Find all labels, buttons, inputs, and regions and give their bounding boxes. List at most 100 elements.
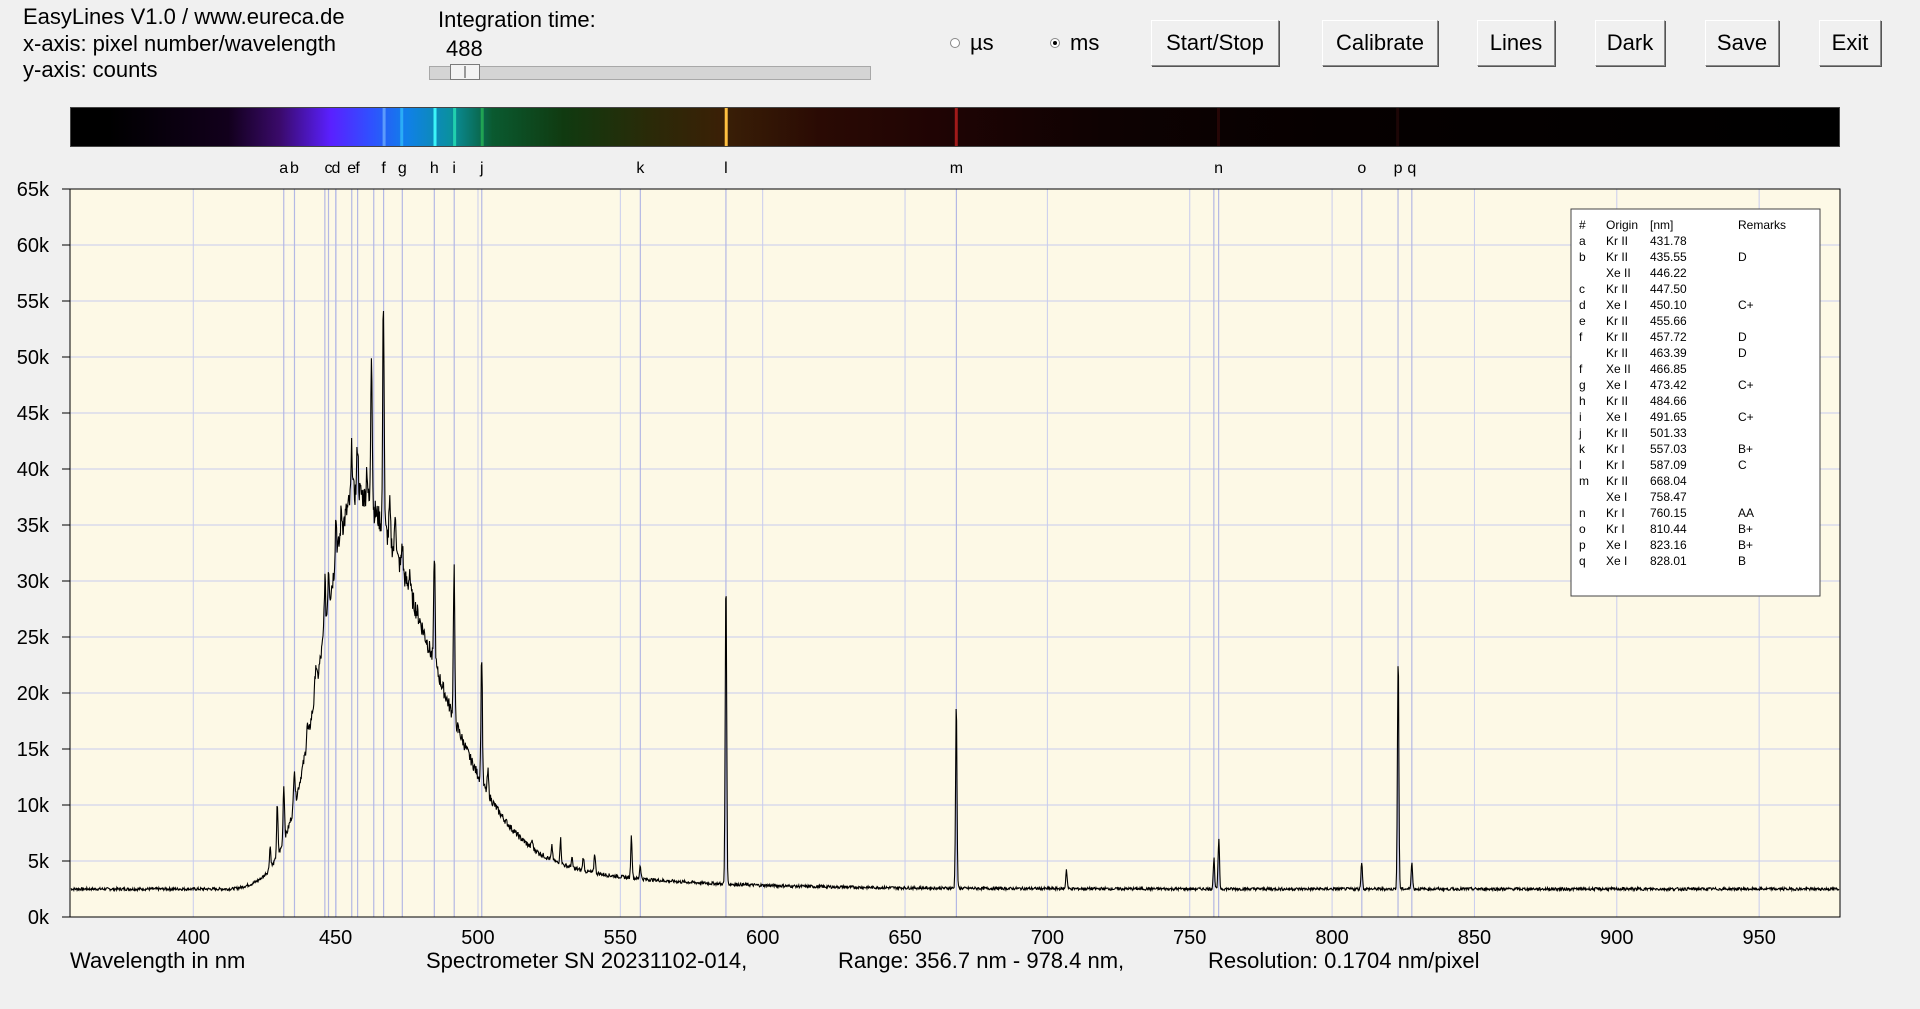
marker-label: a xyxy=(279,160,288,177)
line-table-cell: h xyxy=(1579,394,1586,408)
line-table-cell: Xe I xyxy=(1606,378,1627,392)
marker-label: g xyxy=(398,160,407,177)
exit-button[interactable]: Exit xyxy=(1819,20,1881,66)
line-table-cell: 455.66 xyxy=(1650,314,1687,328)
line-table-cell: Kr II xyxy=(1606,314,1628,328)
line-table-cell: Kr II xyxy=(1606,234,1628,248)
x-tick-label: 750 xyxy=(1173,927,1206,949)
radio-circle-icon[interactable] xyxy=(1050,38,1060,48)
line-table-cell: a xyxy=(1579,234,1586,248)
marker-label: l xyxy=(724,160,728,177)
band-emission-line xyxy=(382,108,386,146)
line-table-cell: q xyxy=(1579,554,1586,568)
line-table-cell: 810.44 xyxy=(1650,522,1687,536)
y-tick-label: 10k xyxy=(17,795,50,817)
marker-label: m xyxy=(950,160,963,177)
x-tick-label: 800 xyxy=(1315,927,1348,949)
line-table-cell: Kr II xyxy=(1606,346,1628,360)
wavelength-range: Range: 356.7 nm - 978.4 nm, xyxy=(838,948,1125,973)
y-tick-label: 5k xyxy=(28,851,50,873)
line-table-cell: 447.50 xyxy=(1650,282,1687,296)
marker-label: k xyxy=(636,160,645,177)
marker-label: f xyxy=(381,160,386,177)
x-tick-label: 900 xyxy=(1600,927,1633,949)
x-axis-info: x-axis: pixel number/wavelength xyxy=(23,30,337,56)
unit-us-radio[interactable]: µs xyxy=(950,30,994,56)
line-table-cell: D xyxy=(1738,250,1747,264)
band-emission-line xyxy=(453,108,457,146)
unit-ms-radio[interactable]: ms xyxy=(1050,30,1099,56)
marker-label: q xyxy=(1407,160,1416,177)
start-stop-button[interactable]: Start/Stop xyxy=(1151,20,1279,66)
x-tick-label: 700 xyxy=(1031,927,1064,949)
line-table-cell: Kr I xyxy=(1606,522,1625,536)
line-table-cell: 435.55 xyxy=(1650,250,1687,264)
line-table-cell: 450.10 xyxy=(1650,298,1687,312)
y-axis-info: y-axis: counts xyxy=(23,57,158,82)
x-tick-label: 500 xyxy=(461,927,494,949)
y-tick-label: 40k xyxy=(17,459,50,481)
line-table-cell: g xyxy=(1579,378,1586,392)
calibrate-button[interactable]: Calibrate xyxy=(1322,20,1438,66)
band-emission-line xyxy=(400,108,404,146)
line-table-cell: e xyxy=(1579,314,1586,328)
line-table-cell: b xyxy=(1579,250,1586,264)
marker-label: b xyxy=(290,160,299,177)
band-emission-line xyxy=(724,108,728,146)
line-table-cell: B xyxy=(1738,554,1746,568)
line-table-cell: d xyxy=(1579,298,1586,312)
line-table-header: Origin xyxy=(1606,218,1638,232)
y-tick-label: 0k xyxy=(28,907,50,929)
line-table-cell: p xyxy=(1579,538,1586,552)
line-table-cell: 823.16 xyxy=(1650,538,1687,552)
line-table-cell: 431.78 xyxy=(1650,234,1687,248)
band-emission-line xyxy=(1396,108,1400,146)
line-table-cell: Kr II xyxy=(1606,330,1628,344)
marker-label: d xyxy=(331,160,340,177)
line-table-cell: B+ xyxy=(1738,538,1753,552)
line-table-cell: j xyxy=(1578,426,1582,440)
x-tick-label: 550 xyxy=(604,927,637,949)
line-table-cell: 457.72 xyxy=(1650,330,1687,344)
marker-label: i xyxy=(452,160,456,177)
line-table-cell: c xyxy=(1579,282,1585,296)
line-table-header: Remarks xyxy=(1738,218,1786,232)
line-table-cell: Kr II xyxy=(1606,250,1628,264)
lines-button[interactable]: Lines xyxy=(1477,20,1555,66)
spectrometer-serial: Spectrometer SN 20231102-014, xyxy=(426,948,748,973)
marker-label: f xyxy=(355,160,360,177)
integration-time-slider[interactable] xyxy=(429,64,871,80)
marker-label: j xyxy=(479,160,484,177)
line-table-cell: Xe I xyxy=(1606,538,1627,552)
band-emission-line xyxy=(433,108,437,146)
line-table-cell: o xyxy=(1579,522,1586,536)
marker-label: h xyxy=(430,160,439,177)
y-tick-label: 15k xyxy=(17,739,50,761)
line-table-cell: Xe I xyxy=(1606,554,1627,568)
y-tick-label: 30k xyxy=(17,571,50,593)
slider-thumb[interactable] xyxy=(450,64,481,80)
line-table-cell: D xyxy=(1738,346,1747,360)
x-tick-label: 650 xyxy=(888,927,921,949)
line-table-cell: i xyxy=(1579,410,1582,424)
x-axis-title: Wavelength in nm xyxy=(70,948,246,973)
dark-button[interactable]: Dark xyxy=(1595,20,1665,66)
line-table-cell: 828.01 xyxy=(1650,554,1687,568)
radio-circle-icon[interactable] xyxy=(950,38,960,48)
line-table-cell: D xyxy=(1738,330,1747,344)
y-tick-label: 50k xyxy=(17,347,50,369)
line-table-cell: C+ xyxy=(1738,298,1754,312)
y-tick-label: 20k xyxy=(17,683,50,705)
y-tick-label: 65k xyxy=(17,179,50,201)
line-table-cell: 463.39 xyxy=(1650,346,1687,360)
line-table-cell: k xyxy=(1579,442,1586,456)
line-table-cell: 473.42 xyxy=(1650,378,1687,392)
line-table-cell: B+ xyxy=(1738,522,1753,536)
spectrum-chart: a b cd e f f g h i j k l m n o p q400 450 500 550 600 650 700 7… xyxy=(17,160,1841,949)
info-panel: EasyLines V1.0 / www.eureca.de x-axis: p… xyxy=(23,4,345,84)
marker-label: o xyxy=(1357,160,1366,177)
save-button[interactable]: Save xyxy=(1705,20,1779,66)
slider-track[interactable] xyxy=(429,66,871,80)
y-tick-label: 45k xyxy=(17,403,50,425)
y-tick-label: 55k xyxy=(17,291,50,313)
